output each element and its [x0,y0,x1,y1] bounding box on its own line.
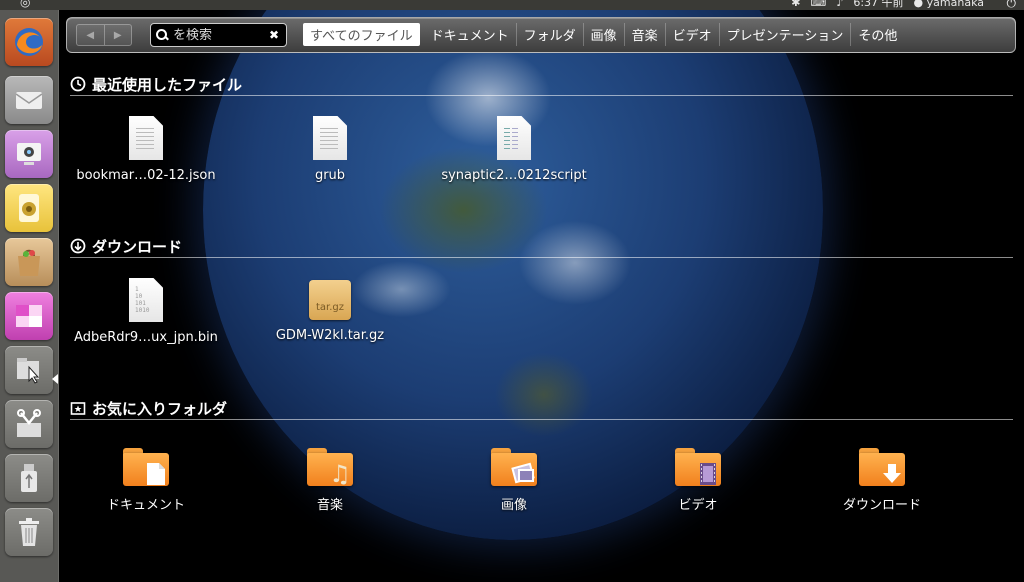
download-icon [70,238,86,254]
envelope-icon[interactable] [5,76,53,124]
back-arrow-icon[interactable]: ◀ [77,25,104,45]
clock-icon [70,76,86,92]
filter-tabs: すべてのファイル ドキュメント フォルダ 画像 音楽 ビデオ プレゼンテーション… [303,22,904,46]
usb-glyph [21,464,37,492]
workspace-switcher-icon[interactable] [5,292,53,340]
forward-arrow-icon[interactable]: ▶ [103,25,131,45]
recent-files-header[interactable]: 最近使用したファイル [70,73,1013,96]
ubuntu-logo-icon[interactable]: ◎ [20,0,30,9]
user-icon: ● [913,0,924,9]
section-title: ダウンロード [92,237,183,256]
folder-label: ビデオ [678,498,718,513]
user-name: yamanaka [926,0,984,9]
clock[interactable]: 6:37 午前 [853,0,903,10]
dash-overlay: ◀ ▶ ✖ すべてのファイル ドキュメント フォルダ 画像 音楽 ビデオ プレゼ… [58,10,1024,582]
shopping-bag-icon[interactable] [5,238,53,286]
file-item[interactable]: tar.gz GDM-W2kl.tar.gz [245,278,415,343]
applications-icon[interactable] [5,400,53,448]
pictures-folder-icon [491,448,537,486]
top-panel: ◎ ✱ ⌨ ♪ 6:37 午前 ● yamanaka ⏻ [0,0,1024,10]
folder-item[interactable]: ダウンロード [797,448,967,513]
nav-arrows: ◀ ▶ [76,24,132,46]
file-label: synaptic2…0212script [441,168,587,183]
folder-item[interactable]: ビデオ [613,448,783,513]
file-label: AdbeRdr9…ux_jpn.bin [74,330,218,345]
panel-indicators: ✱ ⌨ ♪ 6:37 午前 ● yamanaka [791,0,984,9]
folder-item[interactable]: ドキュメント [61,448,231,513]
filter-all-files[interactable]: すべてのファイル [303,22,420,46]
favorite-folders-header[interactable]: お気に入りフォルダ [70,397,1013,420]
speaker-glyph [19,194,39,222]
search-box: ✖ [150,23,287,47]
trash-icon[interactable] [5,508,53,556]
bluetooth-icon[interactable]: ✱ [791,0,800,9]
filter-videos[interactable]: ビデオ [666,22,720,46]
bag-glyph [18,249,40,276]
keyboard-icon[interactable]: ⌨ [810,0,826,9]
firefox-glyph [15,28,43,56]
folder-label: ドキュメント [106,498,185,513]
file-item[interactable]: synaptic2…0212script [429,116,599,183]
volume-icon[interactable]: ♪ [836,0,843,9]
webcam-icon[interactable] [5,130,53,178]
dash-search-bar: ◀ ▶ ✖ すべてのファイル ドキュメント フォルダ 画像 音楽 ビデオ プレゼ… [66,17,1016,53]
filter-music[interactable]: 音楽 [625,22,666,46]
folder-item[interactable]: ♫ 音楽 [245,448,415,513]
file-label: GDM-W2kl.tar.gz [275,328,385,343]
folder-label: ダウンロード [842,498,921,513]
documents-folder-icon [123,448,169,486]
videos-folder-icon [675,448,721,486]
script-file-icon [497,116,531,160]
section-title: 最近使用したファイル [92,75,243,94]
binary-file-icon: 1 10 101 1010 [129,278,163,322]
filter-folders[interactable]: フォルダ [517,22,584,46]
section-title: お気に入りフォルダ [92,399,228,418]
files-folders-icon[interactable] [5,346,53,394]
speaker-icon[interactable] [5,184,53,232]
file-item[interactable]: grub [245,116,415,183]
folder-item[interactable]: 画像 [429,448,599,513]
file-label: bookmar…02-12.json [76,168,216,183]
text-file-icon [129,116,163,160]
file-item[interactable]: 1 10 101 1010 AdbeRdr9…ux_jpn.bin [61,278,231,345]
text-file-icon [313,116,347,160]
search-icon [155,28,169,42]
filter-images[interactable]: 画像 [584,22,625,46]
folder-label: 音楽 [316,498,343,513]
downloads-folder-icon [859,448,905,486]
binary-icon-text: 1 10 101 1010 [135,286,150,314]
favorite-folder-icon [70,400,86,416]
user-menu[interactable]: ● yamanaka [914,0,984,9]
launcher [0,10,59,582]
envelope-glyph [15,92,43,109]
trash-glyph [19,518,39,546]
filter-documents[interactable]: ドキュメント [424,22,517,46]
usb-drive-icon[interactable] [5,454,53,502]
webcam-glyph [17,143,41,165]
music-folder-icon: ♫ [307,448,353,488]
clear-search-icon[interactable]: ✖ [269,28,279,42]
downloads-header[interactable]: ダウンロード [70,235,1013,258]
file-label: grub [314,168,346,183]
files-glyph [17,358,40,384]
search-input[interactable] [169,27,267,43]
workspaces-glyph [16,305,42,327]
power-icon[interactable]: ⏻ [1007,0,1017,10]
applications-glyph [17,409,41,437]
firefox-icon[interactable] [5,18,53,66]
filter-presentations[interactable]: プレゼンテーション [720,22,852,46]
archive-icon: tar.gz [309,280,351,320]
folder-label: 画像 [500,498,527,513]
file-item[interactable]: bookmar…02-12.json [61,116,231,183]
filter-other[interactable]: その他 [851,23,904,46]
archive-icon-text: tar.gz [315,302,345,313]
